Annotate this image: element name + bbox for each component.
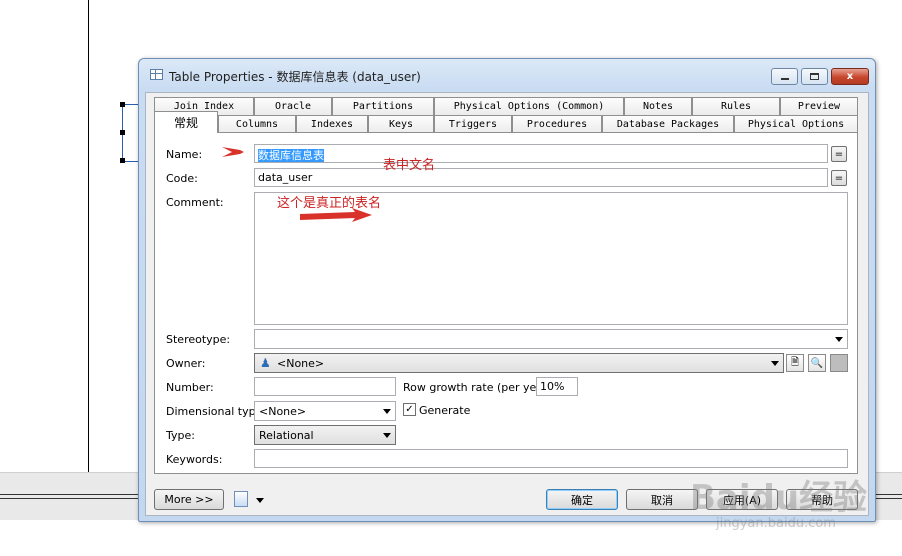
watermark-url: jingyan.baidu.com [716,516,836,531]
annotation-code-note: 这个是真正的表名 [277,196,382,211]
arrow-to-name [222,147,244,157]
watermark-logo: Baidu经验 [690,478,868,518]
annotation-name-note: 表中文名 [383,158,436,173]
tab-general[interactable]: 常规 [154,111,218,133]
desktop-canvas: Table Properties - 数据库信息表 (data_user) x … [0,0,902,556]
